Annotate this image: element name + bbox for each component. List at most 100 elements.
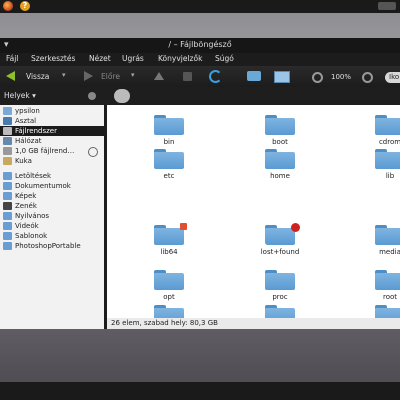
- forward-button[interactable]: Előre: [101, 72, 120, 81]
- folder-item[interactable]: home: [243, 149, 313, 183]
- top-panel: ?: [0, 0, 400, 13]
- folder-item[interactable]: media: [353, 225, 400, 259]
- folder-icon: [154, 115, 184, 135]
- folder-icon: [3, 182, 12, 190]
- sidebar-item-downloads[interactable]: Letöltések: [0, 171, 104, 181]
- sidebar-item-label: Asztal: [15, 117, 37, 125]
- folder-name: home: [270, 172, 290, 180]
- forward-history-chevron-icon[interactable]: ▾: [131, 71, 135, 79]
- bottom-dock: [0, 382, 400, 400]
- folder-icon: [375, 115, 400, 135]
- sidebar-item-desktop[interactable]: Asztal: [0, 116, 104, 126]
- sidebar-item-filesystem[interactable]: Fájlrendszer: [0, 126, 104, 136]
- sidebar-item-pictures[interactable]: Képek: [0, 191, 104, 201]
- folder-item[interactable]: lib64: [132, 223, 202, 259]
- folder-name: etc: [163, 172, 175, 180]
- forward-arrow-icon[interactable]: [84, 71, 93, 81]
- firefox-icon[interactable]: [3, 1, 13, 11]
- sidebar-item-label: Fájlrendszer: [15, 127, 57, 135]
- sidebar-item-label: Letöltések: [15, 172, 52, 180]
- zoom-in-icon[interactable]: [362, 72, 373, 83]
- network-icon: [3, 137, 12, 145]
- sidebar-item-network[interactable]: Hálózat: [0, 136, 104, 146]
- menu-edit[interactable]: Szerkesztés: [31, 54, 75, 63]
- folder-icon: [265, 270, 295, 290]
- menu-view[interactable]: Nézet: [89, 54, 111, 63]
- folder-name: lib64: [160, 248, 178, 256]
- panel-applet[interactable]: [378, 2, 396, 10]
- folder-item[interactable]: sys: [353, 305, 400, 318]
- reload-icon[interactable]: [209, 70, 222, 83]
- menu-bookmarks[interactable]: Könyvjelzők: [158, 54, 202, 63]
- folder-icon: [3, 172, 12, 180]
- folder-item[interactable]: srv: [243, 305, 313, 318]
- view-mode-select[interactable]: Iko: [385, 72, 400, 83]
- titlebar[interactable]: ▾ / – Fájlböngésző: [0, 38, 400, 53]
- sidebar-footer: [0, 318, 104, 329]
- folder-item[interactable]: root: [353, 270, 400, 304]
- back-button[interactable]: Vissza: [26, 72, 49, 81]
- folder-item[interactable]: boot: [243, 115, 313, 149]
- sidebar-item-label: Nyilvános: [15, 212, 50, 220]
- menu-help[interactable]: Súgó: [215, 54, 234, 63]
- zoom-out-icon[interactable]: [312, 72, 323, 83]
- music-folder-icon: [3, 202, 12, 210]
- computer-icon[interactable]: [274, 71, 290, 83]
- folder-item[interactable]: lost+found: [243, 223, 313, 259]
- no-access-emblem-icon: [291, 223, 300, 232]
- folder-item[interactable]: selinux: [132, 305, 202, 318]
- help-icon[interactable]: ?: [20, 1, 30, 11]
- folder-icon: [3, 242, 12, 250]
- folder-icon: [375, 149, 400, 169]
- folder-item[interactable]: cdrom: [353, 115, 400, 149]
- stop-icon[interactable]: [183, 72, 192, 81]
- folder-item[interactable]: bin: [132, 115, 202, 149]
- sidebar-item-templates[interactable]: Sablonok: [0, 231, 104, 241]
- sidebar-item-public[interactable]: Nyilvános: [0, 211, 104, 221]
- folder-icon: [265, 149, 295, 169]
- symlink-emblem-icon: [180, 223, 187, 230]
- drive-icon: [3, 127, 12, 135]
- sidebar-item-music[interactable]: Zenék: [0, 201, 104, 211]
- back-arrow-icon[interactable]: [6, 71, 15, 81]
- up-icon[interactable]: [154, 72, 164, 80]
- sidebar-item-videos[interactable]: Videók: [0, 221, 104, 231]
- sidebar-item-label: 1,0 GB fájlrend…: [15, 147, 75, 155]
- folder-item[interactable]: proc: [243, 270, 313, 304]
- folder-item[interactable]: etc: [132, 149, 202, 183]
- desktop-icon: [3, 117, 12, 125]
- folder-icon: [3, 222, 12, 230]
- folder-item[interactable]: opt: [132, 270, 202, 304]
- sidebar-item-label: PhotoshopPortable: [15, 242, 81, 250]
- sidebar-item-label: Zenék: [15, 202, 37, 210]
- folder-name: lib: [385, 172, 395, 180]
- places-dropdown[interactable]: Helyek ▾: [4, 91, 36, 100]
- sidebar-item-documents[interactable]: Dokumentumok: [0, 181, 104, 191]
- sidebar-item-volume[interactable]: 1,0 GB fájlrend…: [0, 146, 104, 157]
- toolbar: Vissza ▾ Előre ▾ 100% Iko: [0, 66, 400, 87]
- folder-name: bin: [163, 138, 175, 146]
- back-history-chevron-icon[interactable]: ▾: [62, 71, 66, 79]
- sidebar-item-label: Kuka: [15, 157, 32, 165]
- disk-icon: [3, 147, 12, 155]
- folder-icon: [375, 270, 400, 290]
- sidebar-item-photoshop[interactable]: PhotoshopPortable: [0, 241, 104, 251]
- folder-name: media: [379, 248, 400, 256]
- sidebar-item-label: ypsilon: [15, 107, 40, 115]
- home-icon[interactable]: [247, 71, 261, 81]
- folder-icon: [154, 270, 184, 290]
- folder-name: root: [382, 293, 398, 301]
- menu-file[interactable]: Fájl: [6, 54, 18, 63]
- file-view[interactable]: bin boot cdrom etc home lib lib64 lost+f…: [107, 105, 400, 318]
- close-sidebar-icon[interactable]: [88, 92, 96, 100]
- sidebar-item-label: Videók: [15, 222, 39, 230]
- sidebar: ypsilon Asztal Fájlrendszer Hálózat 1,0 …: [0, 105, 104, 329]
- folder-item[interactable]: lib: [353, 149, 400, 183]
- root-path-button[interactable]: [114, 89, 130, 103]
- folder-name: lost+found: [260, 248, 300, 256]
- sidebar-item-trash[interactable]: Kuka: [0, 156, 104, 166]
- sidebar-item-home[interactable]: ypsilon: [0, 106, 104, 116]
- folder-icon: [3, 212, 12, 220]
- menu-go[interactable]: Ugrás: [122, 54, 144, 63]
- folder-icon: [375, 225, 400, 245]
